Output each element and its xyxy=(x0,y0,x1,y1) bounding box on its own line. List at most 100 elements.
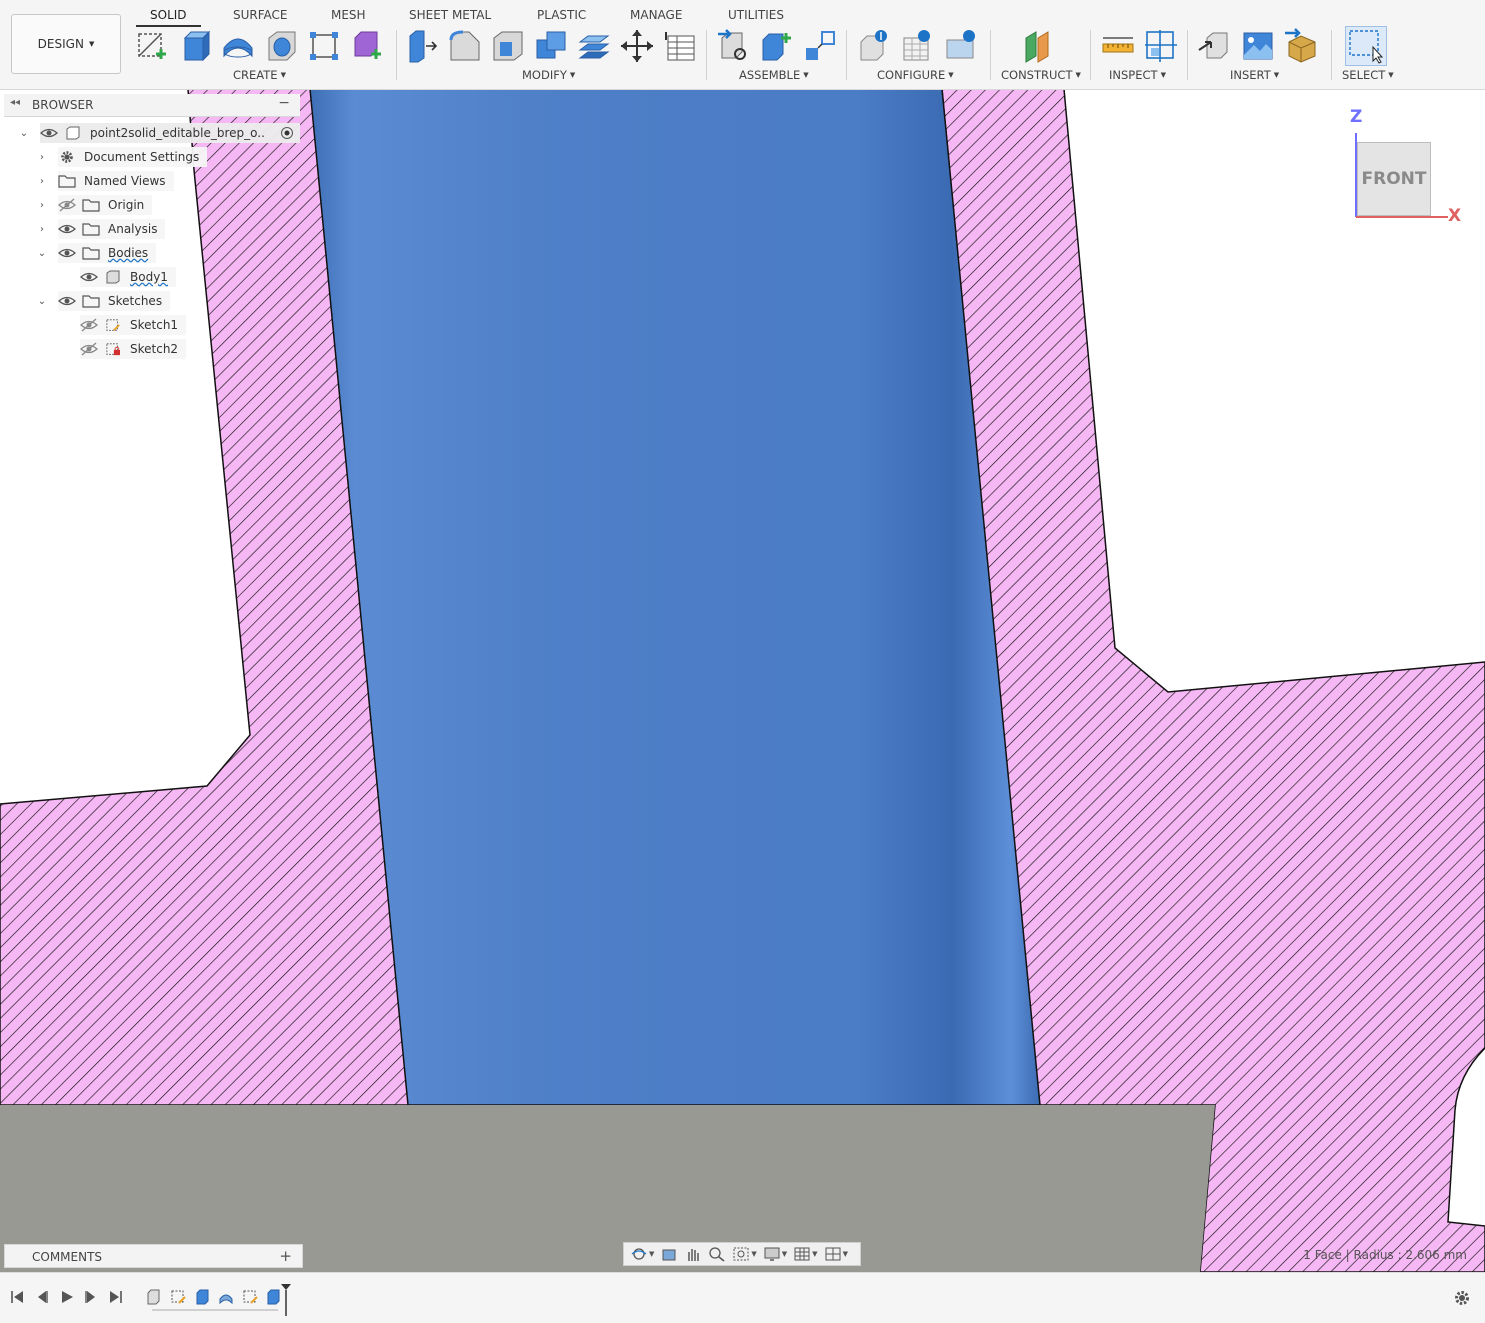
eye-icon[interactable] xyxy=(80,270,98,284)
chevron-right-icon[interactable]: › xyxy=(36,224,48,235)
extrude-icon[interactable] xyxy=(177,28,213,64)
orbit-icon[interactable] xyxy=(630,1246,648,1262)
viewcube[interactable]: Z FRONT X xyxy=(1340,105,1470,230)
tree-item-document-settings[interactable]: › Document Settings xyxy=(36,146,208,168)
tree-item-origin[interactable]: › Origin xyxy=(36,194,153,216)
eye-hidden-icon[interactable] xyxy=(58,198,76,212)
timeline-extrude-icon[interactable] xyxy=(194,1289,210,1305)
inspect-menu[interactable]: INSPECT ▼ xyxy=(1109,68,1166,82)
look-at-icon[interactable] xyxy=(660,1246,678,1262)
chevron-right-icon[interactable]: › xyxy=(36,152,48,163)
fillet-icon[interactable] xyxy=(447,28,483,64)
grid-icon[interactable] xyxy=(793,1246,811,1262)
tab-solid[interactable]: SOLID xyxy=(136,8,200,27)
create-menu[interactable]: CREATE ▼ xyxy=(233,68,286,82)
tree-item-sketches[interactable]: ⌄ Sketches xyxy=(36,290,171,312)
workspace-switcher-button[interactable]: DESIGN ▼ xyxy=(11,14,121,74)
assemble-menu[interactable]: ASSEMBLE ▼ xyxy=(739,68,809,82)
configure-icon[interactable] xyxy=(857,28,893,64)
skip-to-start-icon[interactable] xyxy=(10,1290,24,1304)
eye-icon[interactable] xyxy=(58,222,76,236)
create-sketch-icon[interactable] xyxy=(134,28,170,64)
chevron-right-icon[interactable]: › xyxy=(36,176,48,187)
pan-hand-icon[interactable] xyxy=(684,1246,702,1262)
step-forward-icon[interactable] xyxy=(84,1290,98,1304)
press-pull-icon[interactable] xyxy=(404,28,440,64)
zoom-icon[interactable] xyxy=(708,1246,726,1262)
activate-radio-icon[interactable] xyxy=(280,126,294,140)
offset-face-icon[interactable] xyxy=(576,28,612,64)
section-analysis-icon[interactable] xyxy=(1143,28,1179,64)
insert-menu[interactable]: INSERT ▼ xyxy=(1230,68,1279,82)
configure-theme-icon[interactable] xyxy=(943,28,979,64)
parameters-icon[interactable] xyxy=(662,28,698,64)
viewports-icon[interactable] xyxy=(824,1246,842,1262)
eye-hidden-icon[interactable] xyxy=(80,318,98,332)
eye-icon[interactable] xyxy=(58,294,76,308)
move-icon[interactable] xyxy=(619,28,655,64)
timeline-body-icon[interactable] xyxy=(265,1289,281,1305)
joint-icon[interactable] xyxy=(716,28,752,64)
chevron-down-icon[interactable]: ⌄ xyxy=(36,296,48,307)
eye-icon[interactable] xyxy=(58,246,76,260)
combine-icon[interactable] xyxy=(533,28,569,64)
chevron-down-icon[interactable]: ⌄ xyxy=(18,128,30,139)
tree-item-bodies[interactable]: ⌄ Bodies xyxy=(36,242,157,264)
tree-item-body1[interactable]: Body1 xyxy=(58,266,176,288)
skip-to-end-icon[interactable] xyxy=(109,1290,123,1304)
as-built-joint-icon[interactable] xyxy=(802,28,838,64)
hole-icon[interactable] xyxy=(263,28,299,64)
minimize-button[interactable]: − xyxy=(278,95,290,111)
measure-icon[interactable] xyxy=(1100,28,1136,64)
eye-icon[interactable] xyxy=(40,126,58,140)
tab-surface[interactable]: SURFACE xyxy=(233,8,288,22)
chevron-down-icon[interactable]: ▼ xyxy=(649,1250,654,1258)
construct-menu[interactable]: CONSTRUCT ▼ xyxy=(1001,68,1081,82)
timeline-sketch-icon[interactable] xyxy=(170,1289,186,1305)
tab-utilities[interactable]: UTILITIES xyxy=(728,8,784,22)
tab-mesh[interactable]: MESH xyxy=(331,8,366,22)
tree-item-analysis[interactable]: › Analysis xyxy=(36,218,166,240)
select-window-button[interactable] xyxy=(1345,26,1387,66)
viewcube-front-face[interactable]: FRONT xyxy=(1357,142,1431,216)
tree-item-named-views[interactable]: › Named Views xyxy=(36,170,174,192)
chevron-right-icon[interactable]: › xyxy=(36,200,48,211)
eye-hidden-icon[interactable] xyxy=(80,342,98,356)
chevron-down-icon[interactable]: ⌄ xyxy=(36,248,48,259)
step-back-icon[interactable] xyxy=(35,1290,49,1304)
create-form-icon[interactable] xyxy=(349,28,385,64)
timeline-settings-gear-icon[interactable] xyxy=(1453,1289,1471,1307)
select-menu[interactable]: SELECT ▼ xyxy=(1342,68,1394,82)
add-comment-button[interactable]: + xyxy=(279,1247,292,1265)
tree-root[interactable]: ⌄ point2solid_editable_brep_o... xyxy=(18,122,300,144)
timeline-marker-icon[interactable] xyxy=(280,1283,292,1317)
insert-derive-icon[interactable] xyxy=(1197,28,1233,64)
configure-table-icon[interactable] xyxy=(900,28,936,64)
play-icon[interactable] xyxy=(60,1290,74,1304)
decal-icon[interactable] xyxy=(1240,28,1276,64)
tree-item-sketch1[interactable]: Sketch1 xyxy=(58,314,187,336)
chevron-down-icon[interactable]: ▼ xyxy=(782,1250,787,1258)
collapse-panel-icon[interactable]: ◂◂ xyxy=(10,97,20,108)
modify-menu[interactable]: MODIFY ▼ xyxy=(522,68,575,82)
timeline-sketch-icon[interactable] xyxy=(242,1289,258,1305)
tab-sheet-metal[interactable]: SHEET METAL xyxy=(409,8,491,22)
configure-menu[interactable]: CONFIGURE ▼ xyxy=(877,68,954,82)
timeline-feature-icon[interactable] xyxy=(218,1289,234,1305)
chevron-down-icon[interactable]: ▼ xyxy=(751,1250,756,1258)
revolve-icon[interactable] xyxy=(220,28,256,64)
comments-panel[interactable]: COMMENTS + xyxy=(4,1244,303,1268)
tree-item-sketch2[interactable]: Sketch2 xyxy=(58,338,187,360)
tab-plastic[interactable]: PLASTIC xyxy=(537,8,586,22)
chevron-down-icon[interactable]: ▼ xyxy=(843,1250,848,1258)
fit-icon[interactable] xyxy=(732,1246,750,1262)
body-face[interactable] xyxy=(309,89,1041,1106)
viewport-canvas[interactable] xyxy=(0,89,1485,1272)
tab-manage[interactable]: MANAGE xyxy=(630,8,682,22)
offset-plane-icon[interactable] xyxy=(1020,28,1056,64)
display-settings-icon[interactable] xyxy=(763,1246,781,1262)
insert-mesh-icon[interactable] xyxy=(1283,28,1319,64)
shell-icon[interactable] xyxy=(490,28,526,64)
timeline-component-icon[interactable] xyxy=(145,1289,161,1305)
chevron-down-icon[interactable]: ▼ xyxy=(812,1250,817,1258)
